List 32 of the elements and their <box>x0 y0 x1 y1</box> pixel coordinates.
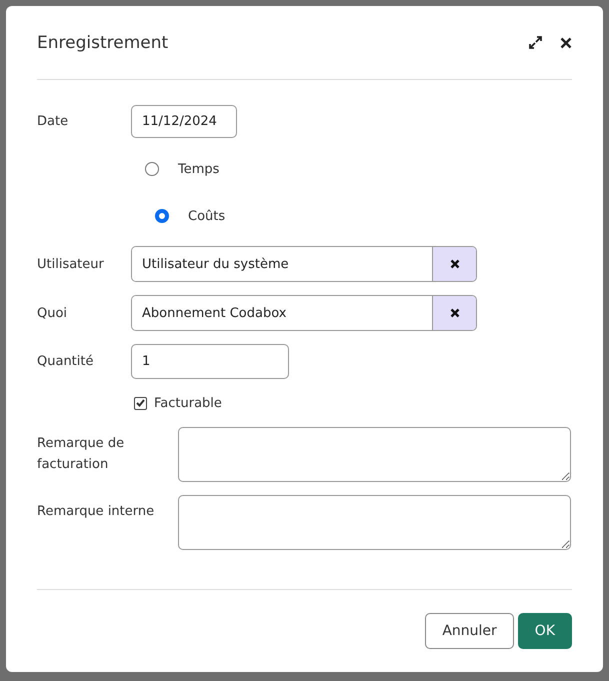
radio-button[interactable] <box>145 162 159 176</box>
close-icon <box>560 36 572 48</box>
field-label: Remarque de facturation <box>37 435 126 474</box>
select-field[interactable]: Abonnement Codabox <box>131 295 477 331</box>
radio-option[interactable]: Temps <box>145 158 220 180</box>
quantity-field[interactable]: 1 <box>131 344 289 379</box>
clear-button[interactable] <box>432 296 476 330</box>
expand-button[interactable] <box>529 36 542 49</box>
expand-icon <box>529 36 542 49</box>
checkbox[interactable] <box>134 396 147 410</box>
ok-button[interactable]: OK <box>518 613 572 649</box>
remark-field[interactable] <box>178 495 571 550</box>
checkbox-option[interactable]: Facturable <box>134 392 222 414</box>
select-field[interactable]: Utilisateur du système <box>131 246 477 282</box>
radio-button[interactable] <box>155 209 169 223</box>
close-button[interactable] <box>560 36 572 48</box>
radio-label: Coûts <box>188 208 226 224</box>
close-icon <box>450 308 460 318</box>
dialog-title: Enregistrement <box>37 32 170 52</box>
clear-button[interactable] <box>432 247 476 281</box>
field-label: Date <box>37 113 70 131</box>
field-label: Utilisateur <box>37 256 105 274</box>
field-label: Quantité <box>37 353 94 371</box>
field-label: Quoi <box>37 304 68 322</box>
field-label: Remarque interne <box>37 503 156 521</box>
close-icon <box>450 259 460 269</box>
radio-option[interactable]: Coûts <box>155 205 226 227</box>
checkbox-label: Facturable <box>154 396 222 410</box>
radio-label: Temps <box>178 162 220 176</box>
remark-field[interactable] <box>178 427 571 482</box>
date-field[interactable]: 11/12/2024 <box>131 105 237 138</box>
cancel-button[interactable]: Annuler <box>425 613 514 649</box>
